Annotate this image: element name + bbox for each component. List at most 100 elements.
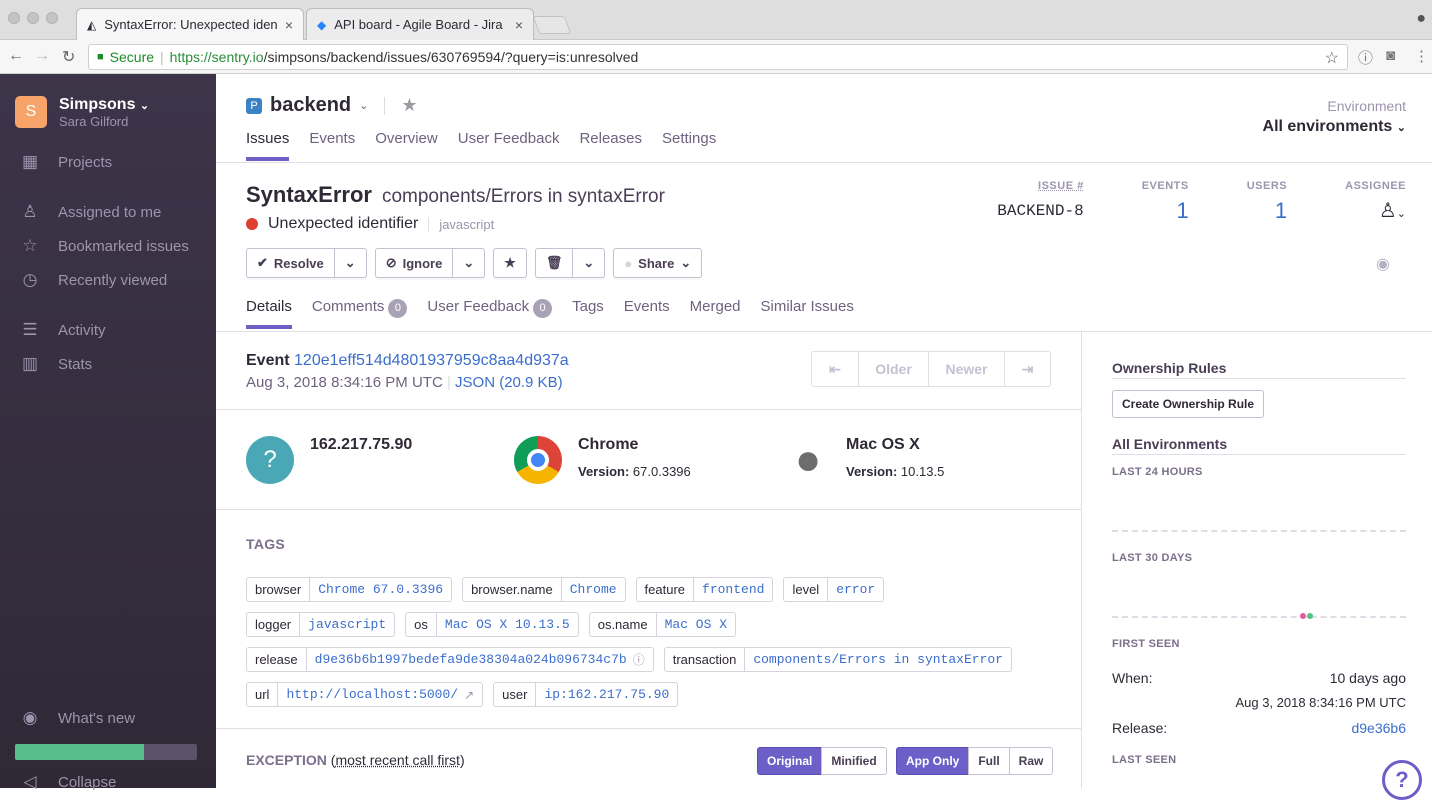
tag-pill[interactable]: browser Chrome 67.0.3396 [246,577,453,602]
close-window-button[interactable] [8,12,20,24]
project-header: P backend ⌄ ★ [246,94,418,117]
tag-pill[interactable]: level error [783,577,885,602]
tag-value[interactable]: frontend [694,578,772,601]
subscribe-eye-icon[interactable]: ◉ [1376,254,1390,274]
project-name[interactable]: backend [270,94,351,117]
tab-tags[interactable]: Tags [572,298,604,329]
onboarding-progress-bar[interactable] [15,744,197,760]
browser-tab-jira[interactable]: ◆ API board - Agile Board - Jira × [306,8,534,40]
sidebar-item-stats[interactable]: ▥ Stats [20,354,92,374]
newer-button[interactable]: Newer [928,352,1004,386]
profile-icon[interactable]: ● [1416,10,1426,28]
chevron-down-icon[interactable]: ⌄ [359,99,368,112]
tag-value[interactable]: Chrome 67.0.3396 [310,578,451,601]
error-message: Unexpected identifier [268,215,419,232]
raw-button[interactable]: Raw [1008,747,1054,775]
tab-releases[interactable]: Releases [579,130,642,161]
environment-selector[interactable]: Environment All environments ⌄ [1263,98,1406,136]
browser-menu-icon[interactable]: ⋮ [1414,47,1429,65]
sidebar-item-assigned[interactable]: ♙ Assigned to me [20,202,161,222]
tag-pill[interactable]: os Mac OS X 10.13.5 [405,612,579,637]
tag-value[interactable]: Chrome [562,578,625,601]
sidebar-collapse[interactable]: ◁ Collapse [20,772,116,792]
tag-value[interactable]: ip:162.217.75.90 [536,683,677,706]
create-ownership-rule-button[interactable]: Create Ownership Rule [1112,390,1265,418]
tag-value[interactable]: http://localhost:5000/↗ [278,683,482,706]
json-link[interactable]: JSON (20.9 KB) [455,374,563,391]
back-icon[interactable]: ← [8,47,24,65]
extension-info-icon[interactable]: ⓘ [1358,47,1373,68]
tag-pill[interactable]: user ip:162.217.75.90 [493,682,679,707]
browser-tab-sentry[interactable]: ◭ SyntaxError: Unexpected ident × [76,8,304,40]
tab-details[interactable]: Details [246,298,292,329]
sidebar-item-bookmarks[interactable]: ☆ Bookmarked issues [20,236,189,256]
tag-pill[interactable]: transaction components/Errors in syntaxEr… [663,647,1012,672]
release-link[interactable]: d9e36b6 [1351,720,1406,736]
minimize-window-button[interactable] [27,12,39,24]
close-tab-icon[interactable]: × [515,17,523,33]
forward-icon[interactable]: → [34,47,50,65]
users-count[interactable]: 1 [1247,198,1287,224]
tab-comments[interactable]: Comments 0 [312,298,408,329]
camera-icon[interactable]: ◙ [1386,47,1395,64]
tag-pill[interactable]: url http://localhost:5000/↗ [246,682,484,707]
tab-issues[interactable]: Issues [246,130,290,161]
tab-events[interactable]: Events [309,130,355,161]
tab-merged[interactable]: Merged [690,298,741,329]
reload-icon[interactable]: ↻ [62,47,75,67]
tab-overview[interactable]: Overview [375,130,438,161]
tag-pill[interactable]: release d9e36b6b1997bedefa9de38304a024b09… [246,647,654,672]
assignee-selector[interactable]: ♙⌄ [1345,198,1406,223]
share-button[interactable]: ● Share ⌄ [613,248,703,278]
tag-value[interactable]: error [828,578,883,601]
help-icon[interactable]: ? [1382,760,1422,800]
ignore-dropdown-button[interactable]: ⌄ [453,248,486,278]
maximize-window-button[interactable] [46,12,58,24]
full-button[interactable]: Full [968,747,1010,775]
bookmark-star-icon[interactable]: ☆ [1325,48,1339,68]
bookmark-project-star-icon[interactable]: ★ [401,95,417,116]
org-switcher[interactable]: S Simpsons ⌄ Sara Gilford [15,96,149,129]
app-only-button[interactable]: App Only [896,747,970,775]
collapse-arrow-icon: ◁ [23,772,37,791]
tag-pill[interactable]: browser.name Chrome [462,577,626,602]
older-button[interactable]: Older [858,352,928,386]
tag-value[interactable]: components/Errors in syntaxError [745,648,1011,671]
url-field[interactable]: ■ Secure | https://sentry.io/simpsons/ba… [88,44,1348,70]
sidebar-item-activity[interactable]: ☰ Activity [20,320,105,340]
resolve-dropdown-button[interactable]: ⌄ [334,248,367,278]
mute-icon: ⊘ [385,255,397,270]
resolve-button[interactable]: ✔ Resolve [246,248,335,278]
tag-pill[interactable]: feature frontend [635,577,774,602]
tab-user-feedback[interactable]: User Feedback [458,130,560,161]
external-link-icon[interactable]: ↗ [464,688,474,702]
events-count[interactable]: 1 [1142,198,1188,224]
tag-pill[interactable]: logger javascript [246,612,396,637]
delete-button[interactable]: 🗑 [534,248,574,278]
bookmark-button[interactable]: ★ [493,248,527,278]
sidebar-item-projects[interactable]: ▦ Projects [20,152,112,172]
close-tab-icon[interactable]: × [285,17,293,33]
first-event-icon[interactable]: ⇤ [812,352,858,386]
tab-similar-issues[interactable]: Similar Issues [761,298,854,329]
info-icon[interactable]: ⓘ [633,651,645,668]
exception-order-toggle[interactable]: most recent call first [335,752,459,768]
tab-user-feedback[interactable]: User Feedback 0 [427,298,553,329]
minified-button[interactable]: Minified [821,747,887,775]
tab-settings[interactable]: Settings [662,130,716,161]
tag-value[interactable]: d9e36b6b1997bedefa9de38304a024b096734c7b… [307,648,653,671]
delete-dropdown-button[interactable]: ⌄ [573,248,606,278]
sidebar-item-whats-new[interactable]: ◉ What's new [20,708,135,728]
tab-events[interactable]: Events [624,298,670,329]
tag-value[interactable]: Mac OS X 10.13.5 [437,613,578,636]
event-id-link[interactable]: 120e1eff514d4801937959c8aa4d937a [294,352,569,369]
sidebar-item-recent[interactable]: ◷ Recently viewed [20,270,168,290]
original-button[interactable]: Original [757,747,823,775]
tag-value[interactable]: Mac OS X [657,613,735,636]
new-tab-button[interactable] [532,16,572,34]
sentry-logo-icon: ◭ [87,17,97,32]
tag-value[interactable]: javascript [300,613,394,636]
tag-pill[interactable]: os.name Mac OS X [588,612,737,637]
last-event-icon[interactable]: ⇥ [1004,352,1050,386]
ignore-button[interactable]: ⊘ Ignore [374,248,454,278]
